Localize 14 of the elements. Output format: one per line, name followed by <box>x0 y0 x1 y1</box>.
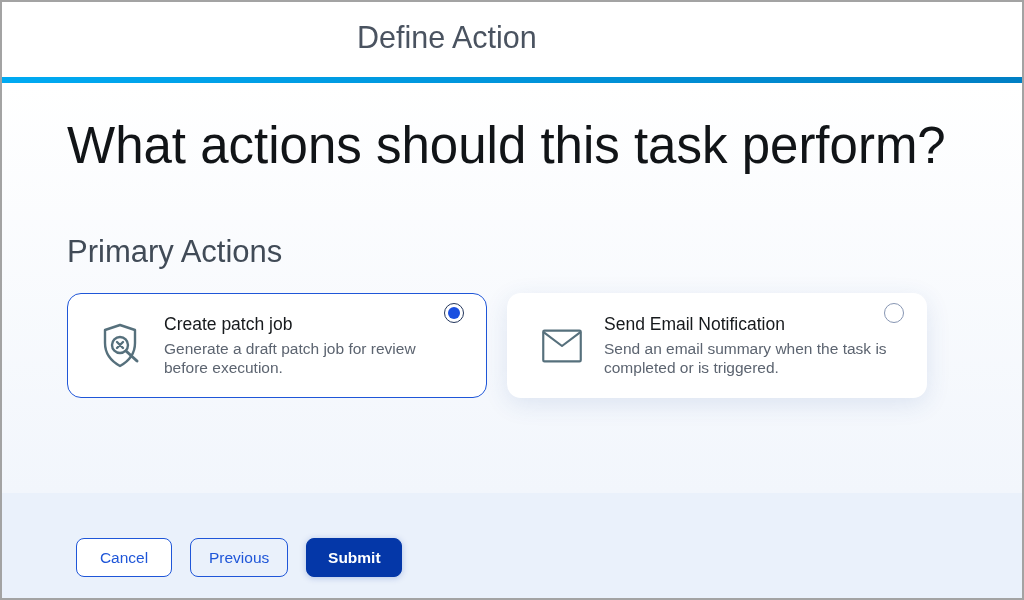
radio-button[interactable] <box>444 303 464 323</box>
secondary-button[interactable]: Cancel <box>76 538 172 577</box>
radio-button[interactable] <box>884 303 904 323</box>
action-description: Send an email summary when the task is completed or is triggered. <box>604 339 888 377</box>
action-card[interactable]: Create patch job Generate a draft patch job for review before execution. <box>67 293 487 398</box>
action-description: Generate a draft patch job for review before execution. <box>164 339 417 377</box>
action-title: Send Email Notification <box>604 314 786 335</box>
action-card[interactable]: Send Email Notification Send an email summary when the task is completed or is triggered. <box>507 293 927 398</box>
primary-button[interactable]: Submit <box>306 538 403 577</box>
section-title: Primary Actions <box>67 236 284 267</box>
window-title: Define Action <box>357 22 537 53</box>
action-title: Create patch job <box>164 314 294 335</box>
tertiary-button[interactable]: Previous <box>190 538 289 577</box>
shield-magnifier-icon <box>103 322 141 369</box>
